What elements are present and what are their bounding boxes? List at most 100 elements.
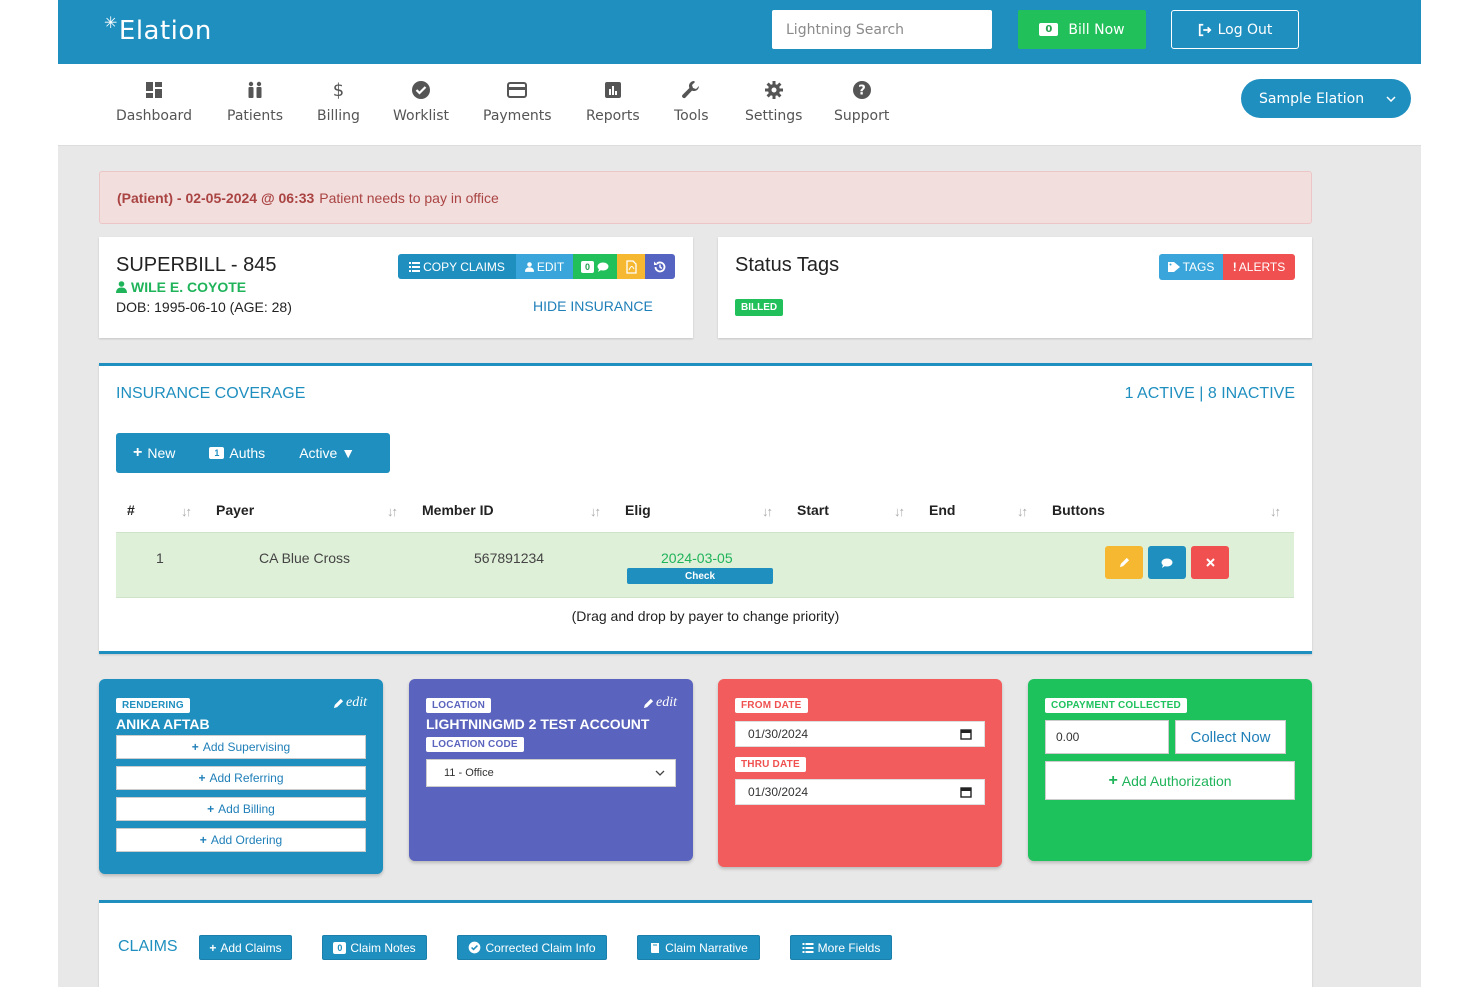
auths-button[interactable]: 1 Auths bbox=[209, 445, 265, 461]
pdf-button[interactable] bbox=[617, 254, 645, 279]
delete-insurance-button[interactable] bbox=[1191, 546, 1229, 579]
plus-icon: + bbox=[133, 444, 143, 461]
add-claims-button[interactable]: + Add Claims bbox=[199, 935, 292, 960]
table-row[interactable]: 1 CA Blue Cross 567891234 2024-03-05 Che… bbox=[116, 532, 1294, 598]
sort-icon[interactable]: ↓↑ bbox=[762, 504, 773, 519]
user-icon bbox=[524, 261, 534, 272]
from-date-label: FROM DATE bbox=[735, 698, 808, 713]
tags-label: TAGS bbox=[1182, 260, 1215, 274]
active-filter-label: Active ▼ bbox=[299, 445, 356, 461]
sort-icon[interactable]: ↓↑ bbox=[1270, 504, 1281, 519]
column-header-payer[interactable]: Payer bbox=[216, 502, 254, 518]
bill-now-count: 0 bbox=[1039, 23, 1059, 36]
lightning-search-input[interactable] bbox=[772, 10, 992, 49]
thru-date-value: 01/30/2024 bbox=[748, 785, 809, 799]
nav-reports[interactable]: Reports bbox=[586, 78, 640, 124]
tags-button[interactable]: TAGS bbox=[1159, 254, 1223, 280]
sort-icon[interactable]: ↓↑ bbox=[894, 504, 905, 519]
row-num: 1 bbox=[156, 550, 164, 566]
nav-support[interactable]: ? Support bbox=[834, 78, 889, 124]
add-referring-button[interactable]: + Add Referring bbox=[116, 766, 366, 790]
rendering-edit-link[interactable]: edit bbox=[333, 695, 367, 711]
add-authorization-button[interactable]: + Add Authorization bbox=[1045, 761, 1295, 800]
nav-patients[interactable]: Patients bbox=[227, 78, 283, 124]
pencil-icon bbox=[643, 698, 654, 708]
copay-label: COPAYMENT COLLECTED bbox=[1045, 698, 1187, 713]
logout-button[interactable]: Log Out bbox=[1171, 10, 1299, 49]
plus-icon: + bbox=[207, 802, 215, 816]
from-date-value: 01/30/2024 bbox=[748, 727, 809, 741]
edit-insurance-button[interactable] bbox=[1105, 546, 1143, 579]
sort-icon[interactable]: ↓↑ bbox=[1017, 504, 1028, 519]
active-filter-dropdown[interactable]: Active ▼ bbox=[299, 445, 355, 461]
nav-payments[interactable]: Payments bbox=[483, 78, 552, 124]
history-icon bbox=[654, 261, 666, 272]
check-eligibility-button[interactable]: Check bbox=[627, 568, 773, 584]
nav-worklist[interactable]: Worklist bbox=[393, 78, 449, 124]
location-name: LIGHTNINGMD 2 TEST ACCOUNT bbox=[426, 716, 650, 732]
insurance-summary[interactable]: 1 ACTIVE | 8 INACTIVE bbox=[1125, 385, 1295, 403]
edit-button[interactable]: EDIT bbox=[516, 254, 573, 279]
tag-icon bbox=[1167, 262, 1180, 272]
copay-amount-input[interactable]: 0.00 bbox=[1045, 720, 1169, 754]
location-block: LOCATION edit LIGHTNINGMD 2 TEST ACCOUNT… bbox=[409, 679, 693, 861]
patient-link[interactable]: WILE E. COYOTE bbox=[116, 279, 246, 295]
corrected-claim-info-button[interactable]: Corrected Claim Info bbox=[457, 935, 607, 960]
from-date-input[interactable]: 01/30/2024 bbox=[735, 721, 985, 747]
claim-notes-count: 0 bbox=[333, 941, 347, 954]
nav-label: Support bbox=[834, 108, 890, 124]
location-code-select[interactable]: 11 - Office bbox=[426, 759, 676, 787]
column-header-num[interactable]: # bbox=[127, 502, 135, 518]
copy-claims-label: COPY CLAIMS bbox=[423, 259, 505, 274]
calendar-icon bbox=[960, 787, 972, 798]
column-header-end[interactable]: End bbox=[929, 502, 955, 518]
nav-billing[interactable]: $ Billing bbox=[317, 78, 360, 125]
nav-tools[interactable]: Tools bbox=[674, 78, 709, 124]
brand-logo[interactable]: ✳ Elation bbox=[104, 15, 212, 47]
location-edit-link[interactable]: edit bbox=[643, 695, 677, 711]
chevron-down-icon bbox=[655, 770, 665, 776]
patients-icon bbox=[246, 78, 264, 102]
bill-now-label: Bill Now bbox=[1068, 21, 1125, 38]
sort-icon[interactable]: ↓↑ bbox=[387, 504, 398, 519]
nav-dashboard[interactable]: Dashboard bbox=[116, 78, 192, 124]
edit-label: edit bbox=[346, 695, 367, 710]
nav-settings[interactable]: Settings bbox=[745, 78, 802, 124]
comments-button[interactable]: 0 bbox=[573, 254, 617, 279]
add-ordering-button[interactable]: + Add Ordering bbox=[116, 828, 366, 852]
gear-icon bbox=[764, 78, 784, 102]
more-fields-button[interactable]: More Fields bbox=[790, 935, 892, 960]
alert-prefix: (Patient) - 02-05-2024 @ 06:33 bbox=[117, 189, 315, 206]
claim-notes-button[interactable]: 0 Claim Notes bbox=[322, 935, 427, 960]
comment-insurance-button[interactable] bbox=[1148, 546, 1186, 579]
add-billing-label: Add Billing bbox=[218, 802, 275, 816]
copy-claims-button[interactable]: COPY CLAIMS bbox=[398, 254, 516, 279]
thru-date-input[interactable]: 01/30/2024 bbox=[735, 779, 985, 805]
exclamation-icon: ! bbox=[1232, 260, 1237, 274]
add-billing-button[interactable]: + Add Billing bbox=[116, 797, 366, 821]
hide-insurance-link[interactable]: HIDE INSURANCE bbox=[533, 298, 653, 314]
plus-icon: + bbox=[191, 740, 199, 754]
new-insurance-button[interactable]: + New bbox=[133, 444, 175, 462]
column-header-buttons[interactable]: Buttons bbox=[1052, 502, 1105, 518]
tag-actions: TAGS ! ALERTS bbox=[1159, 254, 1295, 280]
column-header-member-id[interactable]: Member ID bbox=[422, 502, 494, 518]
alerts-button[interactable]: ! ALERTS bbox=[1223, 254, 1295, 280]
claim-narrative-button[interactable]: Claim Narrative bbox=[637, 935, 760, 960]
location-label: LOCATION bbox=[426, 698, 492, 713]
column-header-elig[interactable]: Elig bbox=[625, 502, 651, 518]
column-header-start[interactable]: Start bbox=[797, 502, 829, 518]
add-supervising-button[interactable]: + Add Supervising bbox=[116, 735, 366, 759]
dashboard-icon bbox=[145, 78, 163, 102]
sort-icon[interactable]: ↓↑ bbox=[590, 504, 601, 519]
bill-now-button[interactable]: 0 Bill Now bbox=[1018, 10, 1146, 49]
sort-icon[interactable]: ↓↑ bbox=[181, 504, 192, 519]
app-window: ✳ Elation 0 Bill Now Log Out Dashboard P… bbox=[58, 0, 1421, 987]
status-tags-title: Status Tags bbox=[735, 254, 840, 276]
user-menu-dropdown[interactable]: Sample Elation bbox=[1241, 79, 1411, 118]
history-button[interactable] bbox=[645, 254, 675, 279]
nav-label: Billing bbox=[317, 108, 360, 124]
pencil-icon bbox=[1119, 557, 1129, 568]
claims-panel: CLAIMS + Add Claims 0 Claim Notes Correc… bbox=[99, 900, 1312, 987]
collect-now-button[interactable]: Collect Now bbox=[1175, 720, 1286, 754]
